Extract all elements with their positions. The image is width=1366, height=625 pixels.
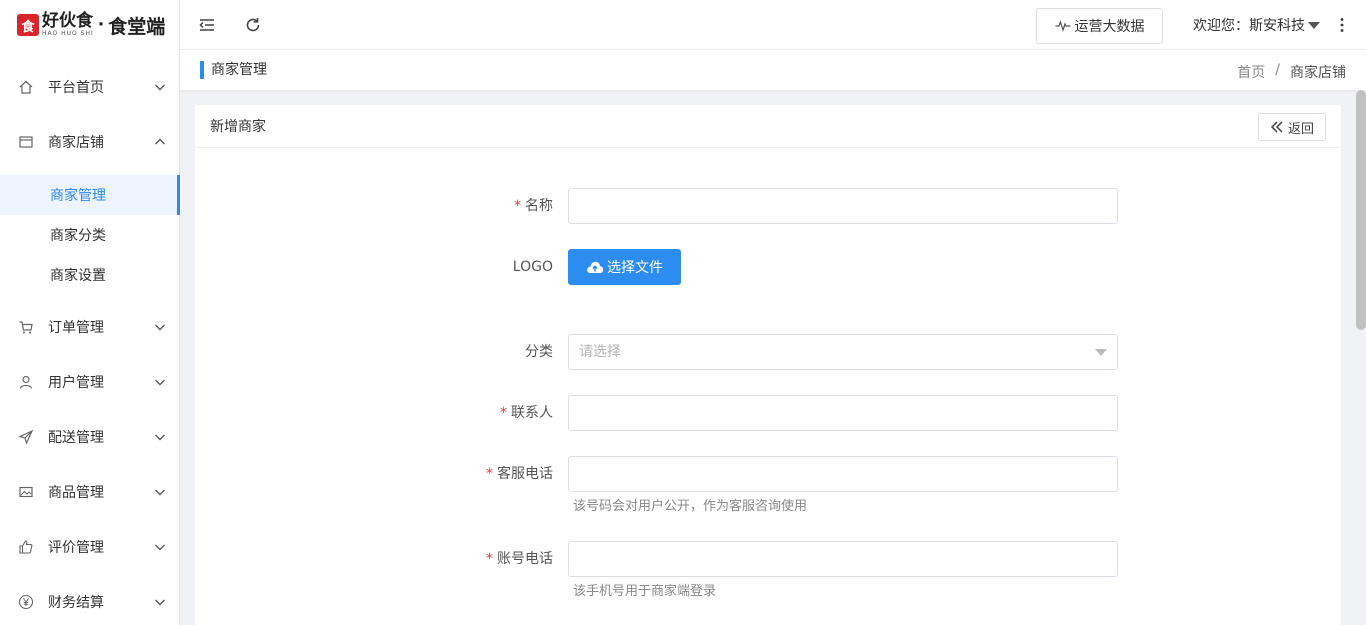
caret-down-icon — [1095, 349, 1107, 356]
back-button[interactable]: 返回 — [1258, 113, 1326, 141]
upload-label: 选择文件 — [607, 260, 663, 276]
name-label: * 名称 — [514, 198, 553, 214]
category-placeholder: 请选择 — [579, 344, 621, 360]
sidebar-item-delivery[interactable]: 配送管理 — [0, 417, 180, 457]
logo-brand: 好伙食 — [42, 11, 93, 31]
sidebar-item-home[interactable]: 平台首页 — [0, 67, 180, 107]
sidebar-item-label: 商品管理 — [48, 485, 104, 501]
chevron-up-icon — [154, 136, 166, 148]
home-icon — [18, 79, 34, 95]
service-phone-input[interactable] — [568, 456, 1118, 492]
sidebar-subitem-merchant-settings[interactable]: 商家设置 — [0, 255, 180, 295]
chevron-down-icon — [154, 81, 166, 93]
sidebar-item-label: 用户管理 — [48, 375, 104, 391]
back-label: 返回 — [1287, 121, 1314, 137]
chevron-down-icon — [154, 541, 166, 553]
top-bar: 运营大数据 欢迎您：斯安科技 — [180, 0, 1366, 50]
page-scrollbar[interactable] — [1356, 90, 1366, 625]
account-phone-label: * 账号电话 — [486, 551, 553, 567]
logo-pinyin: HAO HUO SHI — [42, 30, 94, 37]
sidebar-item-shop[interactable]: 商家店铺 — [0, 122, 180, 162]
name-input[interactable] — [568, 188, 1118, 224]
image-icon — [18, 484, 34, 500]
account-phone-help: 该手机号用于商家端登录 — [573, 584, 717, 599]
upload-file-button[interactable]: 选择文件 — [568, 249, 681, 285]
bigdata-label: 运营大数据 — [1074, 19, 1145, 35]
sidebar-item-label: 配送管理 — [48, 430, 104, 446]
sidebar-item-reviews[interactable]: 评价管理 — [0, 527, 180, 567]
user-menu[interactable]: 欢迎您：斯安科技 — [1193, 15, 1320, 35]
sidebar-item-label: 财务结算 — [48, 595, 104, 611]
contact-label: * 联系人 — [500, 405, 553, 421]
sidebar: 食 好伙食 HAO HUO SHI · 食堂端 平台首页 商家店铺 商家管理 商… — [0, 0, 180, 625]
sidebar-subitem-merchant-manage[interactable]: 商家管理 — [0, 175, 180, 215]
category-select[interactable]: 请选择 — [568, 334, 1118, 370]
category-label: 分类 — [525, 344, 553, 360]
logo-mark-icon: 食 — [17, 14, 39, 36]
bigdata-button[interactable]: 运营大数据 — [1036, 8, 1163, 44]
pulse-icon — [1055, 20, 1070, 32]
contact-input[interactable] — [568, 395, 1118, 431]
refresh-icon[interactable] — [244, 16, 262, 34]
breadcrumb: 首页 / 商家店铺 — [1237, 62, 1346, 82]
page-bar: 商家管理 首页 / 商家店铺 — [180, 50, 1366, 90]
scrollbar-thumb[interactable] — [1356, 90, 1366, 330]
double-chevron-left-icon — [1270, 121, 1283, 133]
caret-down-icon — [1308, 21, 1320, 29]
service-phone-label: * 客服电话 — [486, 466, 553, 482]
chevron-down-icon — [154, 376, 166, 388]
chevron-down-icon — [154, 596, 166, 608]
cart-icon — [18, 319, 34, 335]
thumb-icon — [18, 539, 34, 555]
cloud-upload-icon — [587, 261, 604, 273]
logo-dot: · — [97, 15, 105, 35]
account-phone-input[interactable] — [568, 541, 1118, 577]
service-phone-help: 该号码会对用户公开，作为客服咨询使用 — [573, 499, 808, 514]
send-icon — [18, 429, 34, 445]
sidebar-item-label: 平台首页 — [48, 80, 104, 96]
chevron-down-icon — [154, 486, 166, 498]
chevron-down-icon — [154, 321, 166, 333]
yen-icon — [18, 594, 34, 610]
card-title: 新增商家 — [210, 119, 266, 135]
required-mark: * — [486, 466, 493, 482]
sidebar-item-orders[interactable]: 订单管理 — [0, 307, 180, 347]
welcome-text: 欢迎您：斯安科技 — [1193, 18, 1305, 34]
sidebar-item-label: 商家店铺 — [48, 135, 104, 151]
chevron-down-icon — [154, 431, 166, 443]
required-mark: * — [514, 198, 521, 214]
sidebar-item-users[interactable]: 用户管理 — [0, 362, 180, 402]
shop-icon — [18, 134, 34, 150]
breadcrumb-home[interactable]: 首页 — [1237, 62, 1265, 82]
collapse-menu-icon[interactable] — [198, 16, 216, 34]
more-vertical-icon[interactable] — [1338, 17, 1346, 33]
card-header: 新增商家 — [195, 105, 1341, 148]
breadcrumb-current: 商家店铺 — [1290, 65, 1346, 81]
required-mark: * — [500, 405, 507, 421]
required-mark: * — [486, 551, 493, 567]
user-icon — [18, 374, 34, 390]
logo-sub: 食堂端 — [108, 15, 166, 38]
sidebar-item-label: 订单管理 — [48, 320, 104, 336]
logo[interactable]: 食 好伙食 HAO HUO SHI · 食堂端 — [0, 0, 179, 50]
form-card: 新增商家 返回 * 名称 LOGO 选择文件 分类 请选择 * 联系人 * 客服电话 … — [195, 105, 1341, 625]
sidebar-subitem-merchant-category[interactable]: 商家分类 — [0, 215, 180, 255]
breadcrumb-separator: / — [1275, 62, 1280, 78]
page-title: 商家管理 — [200, 61, 267, 79]
sidebar-item-goods[interactable]: 商品管理 — [0, 472, 180, 512]
sidebar-item-finance[interactable]: 财务结算 — [0, 582, 180, 622]
logo-label: LOGO — [512, 259, 553, 275]
sidebar-item-label: 评价管理 — [48, 540, 104, 556]
